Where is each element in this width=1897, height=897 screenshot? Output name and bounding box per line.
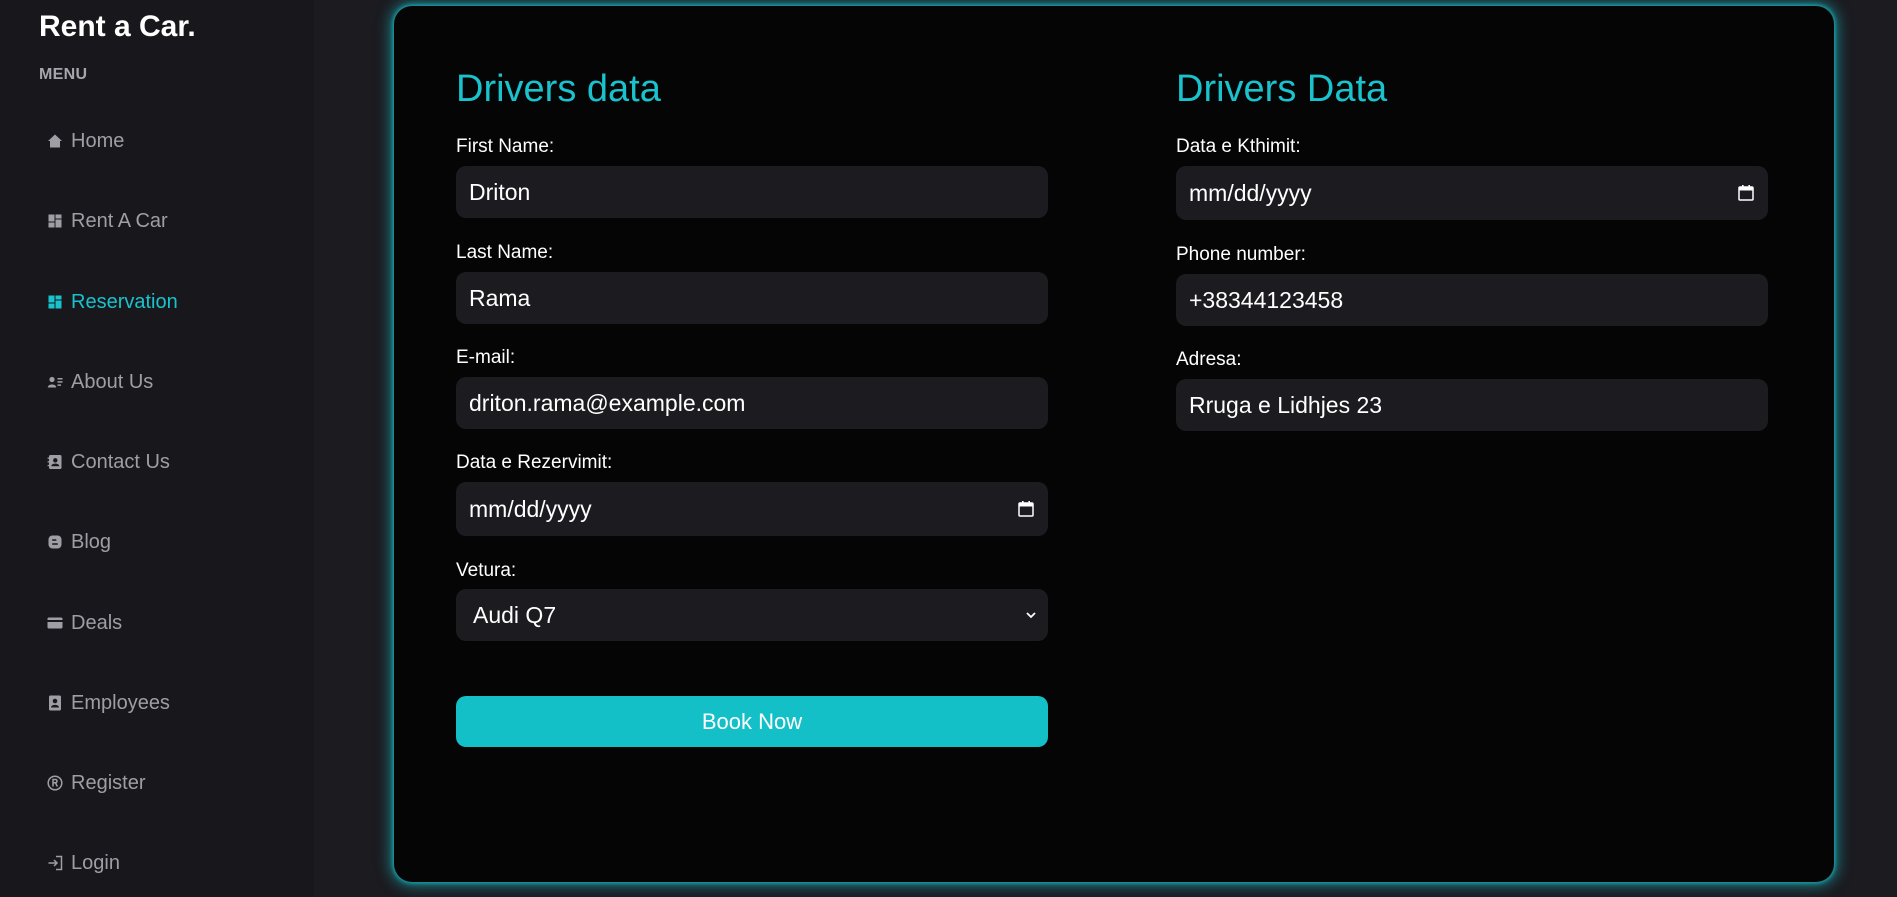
sidebar-item-label: Register [71,771,146,794]
sidebar-item-label: About Us [71,370,154,393]
sidebar-item-deals[interactable]: Deals [46,608,122,638]
sidebar-item-label: Rent A Car [71,209,168,232]
last-name-input[interactable] [456,272,1048,324]
last-name-label: Last Name: [456,242,554,263]
sidebar-item-label: Home [71,129,125,152]
chevron-down-icon [1024,608,1038,622]
registered-icon [46,774,64,792]
sidebar-item-rent-a-car[interactable]: Rent A Car [46,206,168,236]
sidebar: Rent a Car. MENU Home Rent A Car Reserva… [0,0,314,897]
sidebar-item-label: Deals [71,611,123,634]
sidebar-item-home[interactable]: Home [46,126,124,156]
reservation-date-label: Data e Rezervimit: [456,452,613,473]
car-select[interactable]: Audi Q7 [456,589,1048,641]
email-label: E-mail: [456,347,516,368]
sidebar-item-contact-us[interactable]: Contact Us [46,447,170,477]
dashboard-icon [46,212,64,230]
calendar-icon[interactable] [1737,184,1755,202]
calendar-icon[interactable] [1017,500,1035,518]
home-icon [46,132,64,150]
address-input[interactable] [1176,379,1768,431]
section-title: Drivers data [456,68,661,110]
phone-label: Phone number: [1176,244,1306,265]
blog-icon [46,533,64,551]
date-placeholder: mm/dd/yyyy [1189,179,1312,206]
return-date-input[interactable]: mm/dd/yyyy [1176,166,1768,220]
first-name-label: First Name: [456,136,555,157]
book-now-button[interactable]: Book Now [456,696,1048,747]
sidebar-item-about-us[interactable]: About Us [46,367,153,397]
contact-card-icon [46,453,64,471]
car-label: Vetura: [456,560,517,581]
email-input[interactable] [456,377,1048,429]
badge-icon [46,694,64,712]
brand-logo[interactable]: Rent a Car. [39,10,196,44]
sidebar-item-label: Login [71,851,120,874]
sidebar-item-label: Contact Us [71,450,170,473]
date-placeholder: mm/dd/yyyy [469,495,592,522]
section-title: Drivers Data [1176,68,1388,110]
sidebar-item-label: Blog [71,530,112,553]
car-select-value: Audi Q7 [473,601,557,628]
sidebar-item-label: Employees [71,691,170,714]
first-name-input[interactable] [456,166,1048,218]
contact-list-icon [46,373,64,391]
sidebar-item-label: Reservation [71,290,178,313]
sidebar-item-blog[interactable]: Blog [46,527,111,557]
credit-card-icon [46,614,64,632]
sidebar-item-login[interactable]: Login [46,848,120,878]
sidebar-item-register[interactable]: Register [46,768,145,798]
sidebar-item-reservation[interactable]: Reservation [46,287,178,317]
sidebar-item-employees[interactable]: Employees [46,688,170,718]
login-icon [46,854,64,872]
menu-label: MENU [39,66,88,83]
address-label: Adresa: [1176,349,1242,370]
reservation-form-card: Drivers data First Name: Last Name: E-ma… [394,6,1834,882]
reservation-date-input[interactable]: mm/dd/yyyy [456,482,1048,536]
return-date-label: Data e Kthimit: [1176,136,1301,157]
phone-input[interactable] [1176,274,1768,326]
dashboard-icon [46,293,64,311]
